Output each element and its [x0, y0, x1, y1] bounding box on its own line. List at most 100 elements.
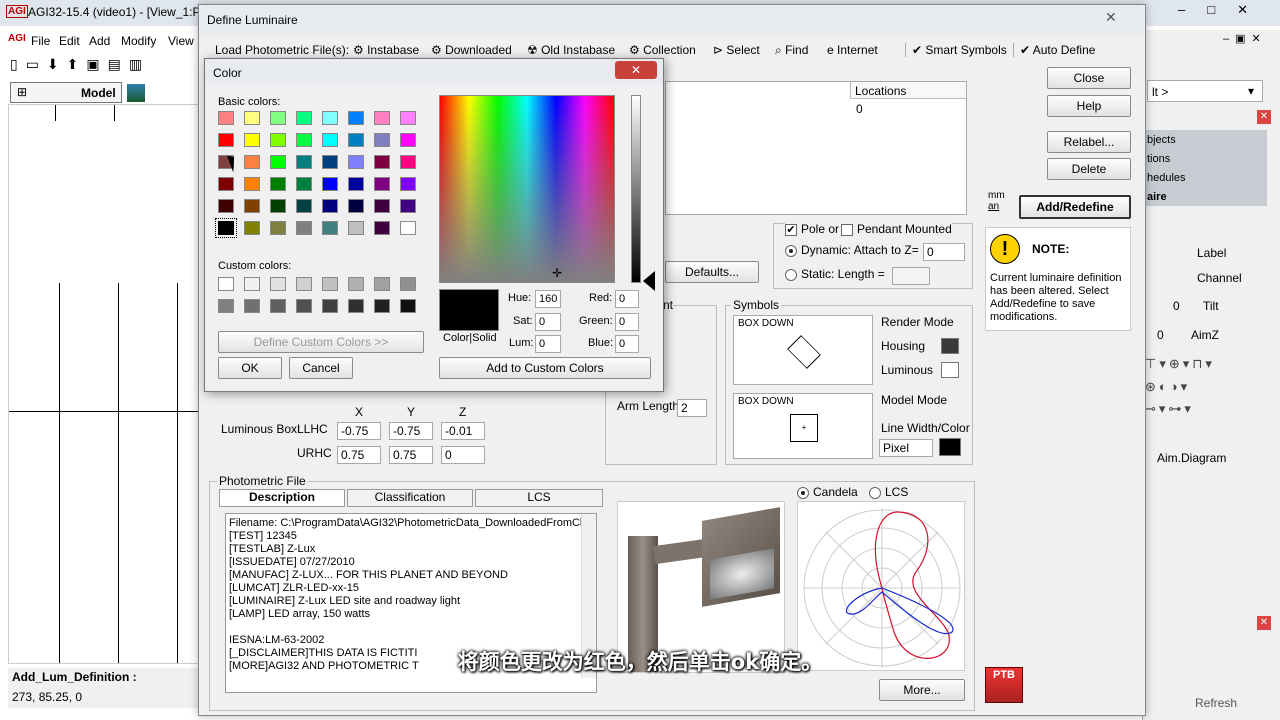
llhc-z-input[interactable]: -0.01: [441, 422, 485, 440]
custom-color-swatch[interactable]: [400, 277, 416, 291]
menu-file[interactable]: File: [31, 34, 50, 48]
aim-diagram-button[interactable]: Aim.Diagram: [1157, 451, 1226, 465]
static-length-input[interactable]: [892, 267, 930, 285]
basic-color-swatch[interactable]: [270, 177, 286, 191]
basic-color-swatch[interactable]: [218, 177, 234, 191]
basic-color-swatch[interactable]: [296, 177, 312, 191]
menu-modify[interactable]: Modify: [121, 34, 156, 48]
inner-window-buttons[interactable]: –▣✕: [1223, 32, 1267, 45]
model-canvas[interactable]: [8, 104, 203, 664]
add-redefine-button[interactable]: Add/Redefine: [1019, 195, 1131, 219]
refresh-button[interactable]: Refresh: [1195, 696, 1237, 710]
basic-color-swatch[interactable]: [322, 199, 338, 213]
tilt-value[interactable]: 0: [1173, 299, 1180, 313]
close-icon[interactable]: ✕: [615, 61, 657, 79]
menu-add[interactable]: Add: [89, 34, 110, 48]
basic-color-swatch[interactable]: [270, 221, 286, 235]
tool-icons-row3[interactable]: ⊸▾⊶▾: [1145, 401, 1194, 417]
basic-color-swatch[interactable]: [322, 111, 338, 125]
basic-color-swatch[interactable]: [322, 133, 338, 147]
urhc-z-input[interactable]: 0: [441, 446, 485, 464]
basic-color-swatch[interactable]: [348, 177, 364, 191]
custom-color-swatch[interactable]: [348, 299, 364, 313]
channel-dropdown[interactable]: Channel: [1197, 271, 1242, 285]
basic-color-swatch[interactable]: [270, 133, 286, 147]
basic-color-swatch[interactable]: [348, 221, 364, 235]
basic-color-swatch[interactable]: [400, 177, 416, 191]
defaults-button[interactable]: Defaults...: [665, 261, 759, 283]
aimz-value[interactable]: 0: [1157, 328, 1164, 342]
dynamic-radio[interactable]: Dynamic: Attach to Z=: [785, 243, 919, 257]
basic-color-swatch[interactable]: [374, 111, 390, 125]
panel-item-objects[interactable]: bjects: [1147, 134, 1176, 146]
model-symbol-box[interactable]: BOX DOWN +: [733, 393, 873, 459]
tab-description[interactable]: Description: [219, 489, 345, 507]
internet-button[interactable]: e Internet: [827, 43, 878, 57]
urhc-y-input[interactable]: 0.75: [389, 446, 433, 464]
pixel-spinner[interactable]: Pixel: [879, 439, 933, 457]
menu-view[interactable]: View: [168, 34, 194, 48]
panel-close-icon[interactable]: ✕: [1257, 110, 1271, 124]
static-radio[interactable]: Static: Length =: [785, 267, 885, 281]
panel-close-icon-2[interactable]: ✕: [1257, 616, 1271, 630]
custom-color-swatch[interactable]: [270, 299, 286, 313]
sat-input[interactable]: 0: [535, 313, 561, 331]
panel-item-options[interactable]: tions: [1147, 153, 1170, 165]
smart-symbols-toggle[interactable]: ✔ Smart Symbols: [905, 43, 1007, 57]
custom-color-swatch[interactable]: [218, 299, 234, 313]
render-tab-icon[interactable]: [127, 84, 145, 102]
dynamic-z-input[interactable]: 0: [923, 243, 965, 261]
basic-color-swatch[interactable]: [218, 199, 234, 213]
basic-color-swatch[interactable]: [322, 177, 338, 191]
add-to-custom-colors-button[interactable]: Add to Custom Colors: [439, 357, 651, 379]
locations-table[interactable]: Locations 0: [665, 81, 967, 215]
basic-color-swatch[interactable]: [296, 199, 312, 213]
basic-color-swatch[interactable]: [348, 111, 364, 125]
custom-color-swatch[interactable]: [244, 299, 260, 313]
right-titlebar-buttons[interactable]: –□✕: [1178, 2, 1270, 18]
custom-color-swatch[interactable]: [218, 277, 234, 291]
housing-color-swatch[interactable]: [941, 338, 959, 354]
basic-color-swatch[interactable]: [400, 199, 416, 213]
tool-icons-row2[interactable]: ⊛◐◑▾: [1145, 379, 1190, 395]
basic-color-swatch[interactable]: [296, 155, 312, 169]
basic-color-swatch[interactable]: [244, 111, 260, 125]
tool-icons-row[interactable]: ⊤▾⊕▾⊓▾: [1145, 356, 1215, 372]
basic-color-swatch[interactable]: [322, 155, 338, 169]
basic-color-swatch[interactable]: [400, 133, 416, 147]
basic-color-swatch[interactable]: [374, 199, 390, 213]
relabel-button[interactable]: Relabel...: [1047, 131, 1131, 153]
pendant-mounted-checkbox[interactable]: Pendant Mounted: [841, 222, 952, 236]
close-icon[interactable]: ✕: [1105, 9, 1117, 26]
blue-input[interactable]: 0: [615, 335, 639, 353]
ok-button[interactable]: OK: [218, 357, 282, 379]
urhc-x-input[interactable]: 0.75: [337, 446, 381, 464]
basic-color-swatch[interactable]: [270, 111, 286, 125]
right-dropdown[interactable]: lt > ▾: [1147, 80, 1263, 102]
find-button[interactable]: ⌕ Find: [775, 43, 808, 58]
custom-color-swatch[interactable]: [322, 277, 338, 291]
select-button[interactable]: ⊳ Select: [713, 43, 760, 57]
custom-color-swatch[interactable]: [348, 277, 364, 291]
red-input[interactable]: 0: [615, 290, 639, 308]
tab-lcs[interactable]: LCS: [475, 489, 603, 507]
candela-radio[interactable]: Candela: [797, 485, 858, 499]
green-input[interactable]: 0: [615, 313, 639, 331]
basic-color-swatch[interactable]: [218, 133, 234, 147]
llhc-x-input[interactable]: -0.75: [337, 422, 381, 440]
cancel-button[interactable]: Cancel: [289, 357, 353, 379]
color-spectrum[interactable]: ✛: [439, 95, 615, 283]
pole-or-checkbox[interactable]: ✔ Pole or: [785, 222, 842, 236]
llhc-y-input[interactable]: -0.75: [389, 422, 433, 440]
custom-color-swatch[interactable]: [374, 277, 390, 291]
custom-color-swatch[interactable]: [270, 277, 286, 291]
basic-color-swatch[interactable]: [374, 133, 390, 147]
basic-color-swatch[interactable]: [244, 177, 260, 191]
basic-color-swatch[interactable]: [400, 111, 416, 125]
delete-button[interactable]: Delete: [1047, 158, 1131, 180]
basic-color-swatch[interactable]: [374, 177, 390, 191]
basic-color-swatch[interactable]: [270, 155, 286, 169]
tab-classification[interactable]: Classification: [347, 489, 473, 507]
custom-color-swatch[interactable]: [296, 299, 312, 313]
basic-color-swatch[interactable]: [244, 199, 260, 213]
